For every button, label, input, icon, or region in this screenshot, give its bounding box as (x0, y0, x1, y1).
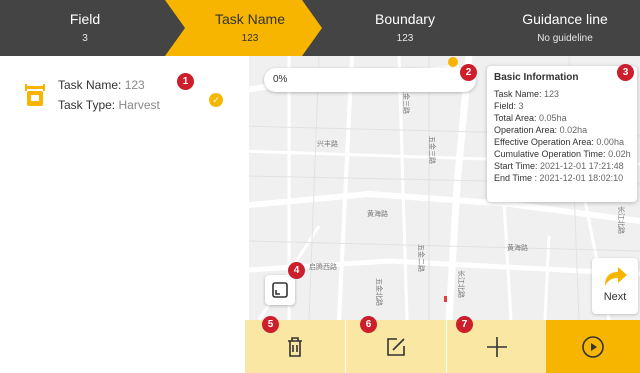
badge-3: 3 (617, 64, 634, 81)
play-circle-icon (582, 335, 604, 358)
step-task-name-title: Task Name (214, 11, 286, 27)
step-guidance-line-value: No guideline (537, 33, 593, 44)
basic-information-card: Basic Information Task Name: 123 Field: … (487, 66, 637, 202)
step-boundary-value: 123 (396, 33, 414, 44)
step-boundary[interactable]: Boundary 123 (330, 0, 480, 56)
step-boundary-title: Boundary (375, 11, 435, 27)
info-row-effective-operation-area: Effective Operation Area: 0.00ha (494, 137, 624, 147)
next-button[interactable]: Next (592, 258, 638, 314)
task-list: Task Name: 123 Task Type: Harvest ✓ (0, 56, 247, 373)
road-label: 黄海路 (507, 243, 528, 252)
road-label: 黄海路 (367, 209, 388, 218)
road-label: 长江北路 (457, 270, 466, 298)
step-guidance-line[interactable]: Guidance line No guideline (490, 0, 640, 56)
badge-6: 6 (360, 316, 377, 333)
fullscreen-button[interactable] (265, 275, 295, 305)
task-name-label: Task Name: (58, 78, 122, 92)
info-row-operation-area: Operation Area: 0.02ha (494, 125, 588, 135)
step-field-title: Field (69, 11, 101, 27)
info-title: Basic Information (494, 72, 579, 83)
info-row-total-area: Total Area: 0.05ha (494, 113, 567, 123)
operation-progress: 0% (264, 68, 476, 92)
task-name-line: Task Name: 123 (58, 78, 145, 92)
road-label: 五金二路 (417, 244, 426, 272)
progress-value: 0% (273, 74, 288, 85)
task-list-item[interactable]: Task Name: 123 Task Type: Harvest ✓ (0, 74, 247, 118)
delete-button[interactable] (245, 320, 345, 373)
badge-7: 7 (456, 316, 473, 333)
info-row-end-time: End Time : 2021-12-01 18:02:10 (494, 173, 624, 183)
bottom-toolbar (245, 320, 640, 373)
step-guidance-line-title: Guidance line (522, 11, 608, 27)
edit-icon (387, 337, 405, 356)
step-field[interactable]: Field 3 (0, 0, 170, 56)
fullscreen-icon (272, 282, 288, 298)
task-type-label: Task Type: (58, 98, 116, 112)
badge-2: 2 (460, 64, 477, 81)
badge-4: 4 (288, 262, 305, 279)
badge-1: 1 (177, 73, 194, 90)
step-navigation: Field 3 Task Name 123 Boundary 123 Guida… (0, 0, 640, 56)
step-field-value: 3 (82, 33, 88, 44)
road-label: 启腾西路 (309, 262, 337, 271)
plus-icon (486, 336, 507, 357)
harvester-icon (25, 84, 45, 106)
badge-5: 5 (262, 316, 279, 333)
info-row-cumulative-operation-time: Cumulative Operation Time: 0.02h (494, 149, 631, 159)
road-label: 五金北路 (375, 278, 384, 306)
step-task-name-value: 123 (241, 33, 259, 44)
step-task-name[interactable]: Task Name 123 (180, 0, 320, 56)
road-label: 兴丰路 (317, 139, 338, 148)
info-row-field: Field: 3 (494, 101, 524, 111)
selected-check-icon: ✓ (209, 93, 223, 107)
next-arrow-icon (605, 267, 627, 286)
trash-icon (288, 336, 302, 357)
task-type-value: Harvest (118, 98, 160, 112)
info-row-task-name: Task Name: 123 (494, 89, 560, 99)
next-label: Next (603, 291, 627, 303)
task-name-value: 123 (124, 78, 145, 92)
start-button[interactable] (546, 320, 640, 373)
info-row-start-time: Start Time: 2021-12-01 17:21:48 (494, 161, 624, 171)
task-type-line: Task Type: Harvest (58, 98, 160, 112)
road-label: 五金三路 (428, 136, 437, 164)
road-label: 长江北路 (617, 206, 626, 234)
